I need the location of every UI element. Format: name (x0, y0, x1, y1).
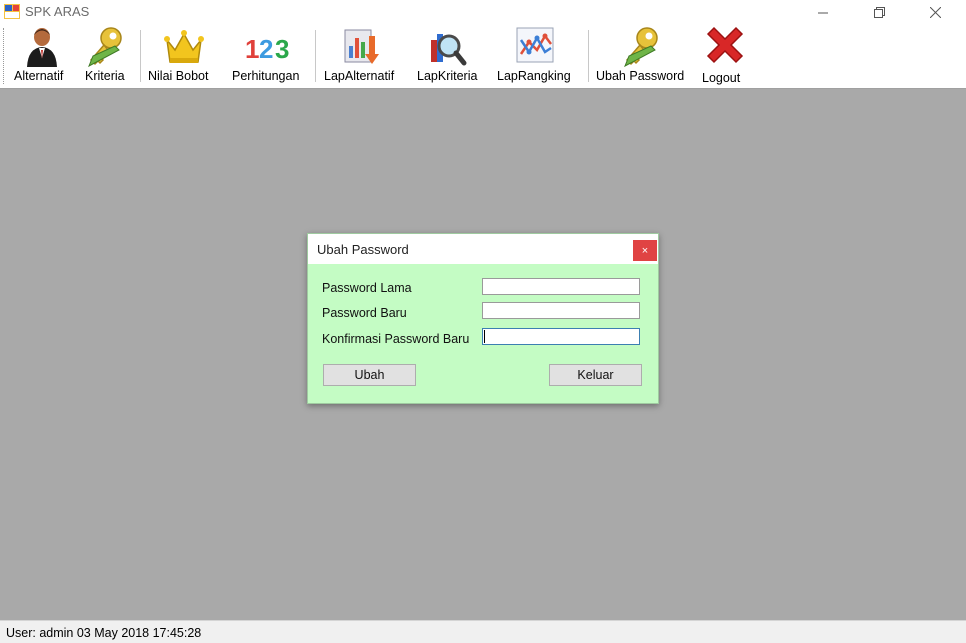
key-pencil-icon (624, 27, 658, 68)
minimize-button[interactable] (800, 0, 846, 24)
main-toolbar: Alternatif Kriteria Nilai Bobot 1 2 3 Pe… (0, 24, 966, 89)
password-lama-label: Password Lama (322, 281, 412, 295)
toolbar-grip (3, 28, 7, 84)
status-bar: User: admin 03 May 2018 17:45:28 (0, 620, 966, 643)
konfirmasi-password-label: Konfirmasi Password Baru (322, 332, 470, 346)
line-chart-icon (516, 27, 554, 63)
magnifier-report-icon (431, 34, 467, 66)
window-title: SPK ARAS (25, 4, 90, 19)
toolbar-label-kriteria: Kriteria (85, 69, 125, 83)
svg-text:2: 2 (259, 34, 273, 64)
minimize-icon (817, 12, 828, 13)
toolbar-button-laprangking[interactable]: LapRangking (493, 24, 581, 86)
title-bar: SPK ARAS (0, 0, 966, 24)
status-text: User: admin 03 May 2018 17:45:28 (6, 626, 202, 640)
toolbar-button-alternatif[interactable]: Alternatif (10, 24, 76, 86)
toolbar-label-laprangking: LapRangking (497, 69, 571, 83)
toolbar-button-lapalternatif[interactable]: LapAlternatif (321, 24, 409, 86)
close-icon: × (641, 244, 649, 257)
app-window-icon (4, 4, 20, 19)
key-pencil-icon (88, 27, 122, 68)
toolbar-label-alternatif: Alternatif (14, 69, 64, 83)
numbers-123-icon: 1 2 3 (245, 34, 289, 64)
report-chart-icon (344, 29, 379, 64)
toolbar-label-logout: Logout (702, 71, 741, 85)
toolbar-label-lapalternatif: LapAlternatif (324, 69, 395, 83)
password-baru-label: Password Baru (322, 306, 407, 320)
toolbar-label-ubah-password: Ubah Password (596, 69, 685, 83)
keluar-button[interactable]: Keluar (549, 364, 642, 386)
toolbar-button-perhitungan[interactable]: 1 2 3 Perhitungan (229, 24, 309, 86)
restore-button[interactable] (856, 0, 902, 24)
toolbar-separator (140, 30, 141, 82)
toolbar-separator (588, 30, 589, 82)
dialog-title: Ubah Password (317, 242, 409, 257)
ubah-password-dialog: Ubah Password × Password Lama Password B… (307, 233, 659, 404)
text-caret (484, 330, 485, 343)
dialog-close-button[interactable]: × (633, 240, 657, 261)
toolbar-button-kriteria[interactable]: Kriteria (80, 24, 134, 86)
toolbar-separator (315, 30, 316, 82)
toolbar-button-logout[interactable]: Logout (699, 24, 751, 86)
toolbar-button-nilai-bobot[interactable]: Nilai Bobot (145, 24, 225, 86)
password-lama-input[interactable] (482, 278, 640, 295)
restore-icon (873, 6, 885, 18)
svg-text:3: 3 (275, 34, 289, 64)
svg-text:1: 1 (245, 34, 259, 64)
crown-icon (164, 30, 204, 63)
toolbar-button-lapkriteria[interactable]: LapKriteria (413, 24, 489, 86)
ubah-button[interactable]: Ubah (323, 364, 416, 386)
close-icon (929, 6, 941, 18)
konfirmasi-password-input[interactable] (482, 328, 640, 345)
toolbar-button-ubah-password[interactable]: Ubah Password (593, 24, 695, 86)
password-baru-input[interactable] (482, 302, 640, 319)
red-x-icon (706, 26, 744, 64)
toolbar-label-perhitungan: Perhitungan (232, 69, 300, 83)
user-icon (27, 28, 57, 67)
dialog-title-bar: Ubah Password × (308, 234, 658, 264)
window-close-button[interactable] (912, 0, 958, 24)
toolbar-label-lapkriteria: LapKriteria (417, 69, 478, 83)
toolbar-label-nilai-bobot: Nilai Bobot (148, 69, 209, 83)
